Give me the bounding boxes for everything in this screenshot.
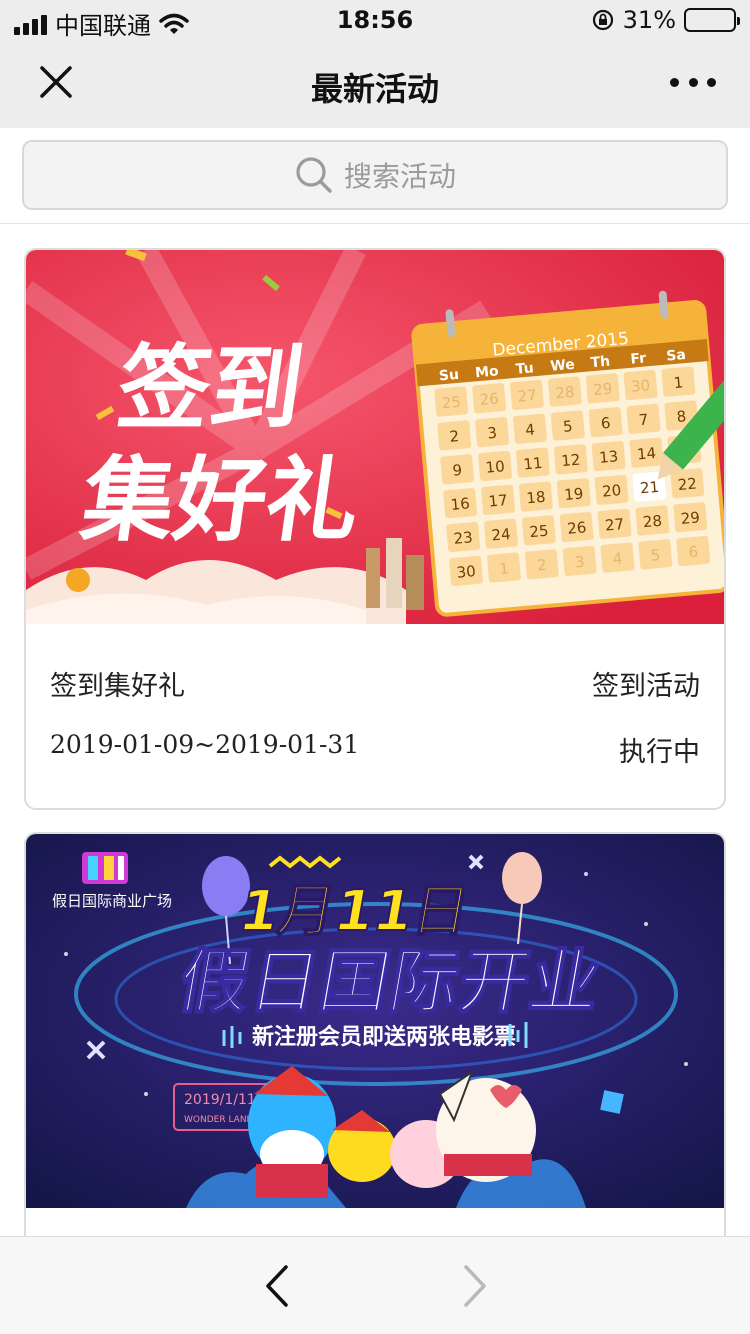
battery-icon — [684, 8, 740, 32]
calendar-day: 9 — [452, 461, 463, 480]
banner-headline-line1: 签到 — [111, 334, 310, 441]
calendar-day: 27 — [604, 515, 625, 535]
calendar-day: 18 — [526, 488, 547, 508]
calendar-day: 12 — [561, 451, 582, 471]
calendar-weekday: We — [550, 357, 576, 375]
calendar-day: 25 — [441, 393, 462, 413]
calendar-weekday: Th — [590, 354, 611, 372]
status-right: 31% — [591, 6, 740, 34]
rotation-lock-icon — [592, 9, 613, 31]
mall-logo — [82, 852, 128, 884]
calendar-day: 4 — [612, 549, 623, 568]
calendar-day: 19 — [564, 484, 585, 504]
calendar-day: 6 — [688, 543, 699, 562]
calendar-day: 2 — [449, 427, 460, 446]
banner-headline-date: 1月11日 — [234, 879, 474, 944]
activity-status: 执行中 — [619, 737, 700, 768]
more-icon[interactable] — [670, 62, 716, 102]
battery-percent: 31% — [622, 6, 676, 34]
activity-card[interactable]: 签到 集好礼 December 2015 Su Mo Tu We Th Fr Sa 25 26… — [24, 248, 726, 810]
calendar-day: 30 — [630, 376, 651, 396]
banner-headline: 假日国际开业 — [173, 941, 607, 1022]
activity-info: 签到集好礼 签到活动 2019-01-09~2019-01-31 执行中 — [26, 624, 724, 808]
calendar-day: 26 — [566, 518, 587, 538]
calendar-weekday: Mo — [474, 363, 499, 381]
calendar-day: 17 — [488, 491, 509, 511]
banner-subline: 新注册会员即送两张电影票 — [252, 1024, 516, 1050]
activity-banner-opening[interactable]: 假日国际商业广场 1月11日 假日国际开业 新注册会员即送两张电影票 2019/… — [26, 834, 724, 1208]
calendar-day: 23 — [453, 528, 474, 548]
activity-card[interactable]: 假日国际商业广场 1月11日 假日国际开业 新注册会员即送两张电影票 2019/… — [24, 832, 726, 1252]
banner-headline-line2: 集好礼 — [74, 446, 366, 553]
calendar-day: 13 — [598, 447, 619, 467]
calendar-day: 29 — [680, 508, 701, 528]
chevron-right-icon[interactable] — [454, 1263, 494, 1309]
nav-bar: 最新活动 — [0, 40, 750, 128]
calendar-day: 29 — [592, 380, 613, 400]
page-title: 最新活动 — [310, 70, 439, 108]
calendar-day: 16 — [450, 494, 471, 514]
activity-type: 签到活动 — [592, 671, 700, 702]
search-icon — [296, 157, 332, 193]
calendar-day: 14 — [636, 444, 657, 464]
calendar-day: 7 — [638, 410, 649, 429]
activity-banner-checkin[interactable]: 签到 集好礼 December 2015 Su Mo Tu We Th Fr Sa 25 26… — [26, 250, 724, 624]
mall-logo-text: 假日国际商业广场 — [52, 892, 172, 910]
calendar-day: 28 — [642, 512, 663, 532]
search-bar: 搜索活动 — [0, 128, 750, 224]
calendar-day: 25 — [529, 522, 550, 542]
calendar-day: 1 — [498, 559, 509, 578]
search-placeholder: 搜索活动 — [343, 160, 456, 193]
calendar-day: 30 — [456, 562, 477, 582]
calendar-day: 28 — [555, 383, 576, 403]
activity-name: 签到集好礼 — [50, 671, 185, 702]
bottom-toolbar — [0, 1236, 750, 1334]
chevron-left-icon[interactable] — [258, 1263, 298, 1309]
calendar-day: 10 — [485, 457, 506, 477]
calendar-day: 21 — [639, 478, 660, 498]
calendar-day: 22 — [677, 474, 698, 494]
calendar-day: 27 — [517, 386, 538, 406]
calendar-day: 3 — [487, 424, 498, 443]
calendar-weekday: Tu — [515, 360, 534, 378]
calendar-day: 2 — [536, 556, 547, 575]
banner-badge-date: 2019/1/11 — [184, 1092, 256, 1108]
calendar-day: 20 — [601, 481, 622, 501]
calendar-day: 3 — [574, 553, 585, 572]
calendar-day: 5 — [562, 417, 573, 436]
calendar-day: 8 — [676, 407, 687, 426]
calendar-day: 6 — [600, 414, 611, 433]
calendar-day: 24 — [491, 525, 512, 545]
calendar-day: 4 — [524, 420, 535, 439]
calendar-day: 11 — [523, 454, 544, 474]
calendar-day: 1 — [673, 373, 684, 392]
calendar-day: 5 — [650, 546, 661, 565]
activity-date-range: 2019-01-09~2019-01-31 — [50, 730, 360, 759]
calendar-weekday: Su — [438, 367, 459, 385]
status-bar: 中国联通 18:56 31% — [0, 0, 750, 40]
calendar-weekday: Sa — [666, 347, 687, 365]
calendar-weekday: Fr — [630, 350, 647, 367]
calendar-day: 26 — [479, 389, 500, 409]
search-input[interactable]: 搜索活动 — [22, 140, 728, 210]
